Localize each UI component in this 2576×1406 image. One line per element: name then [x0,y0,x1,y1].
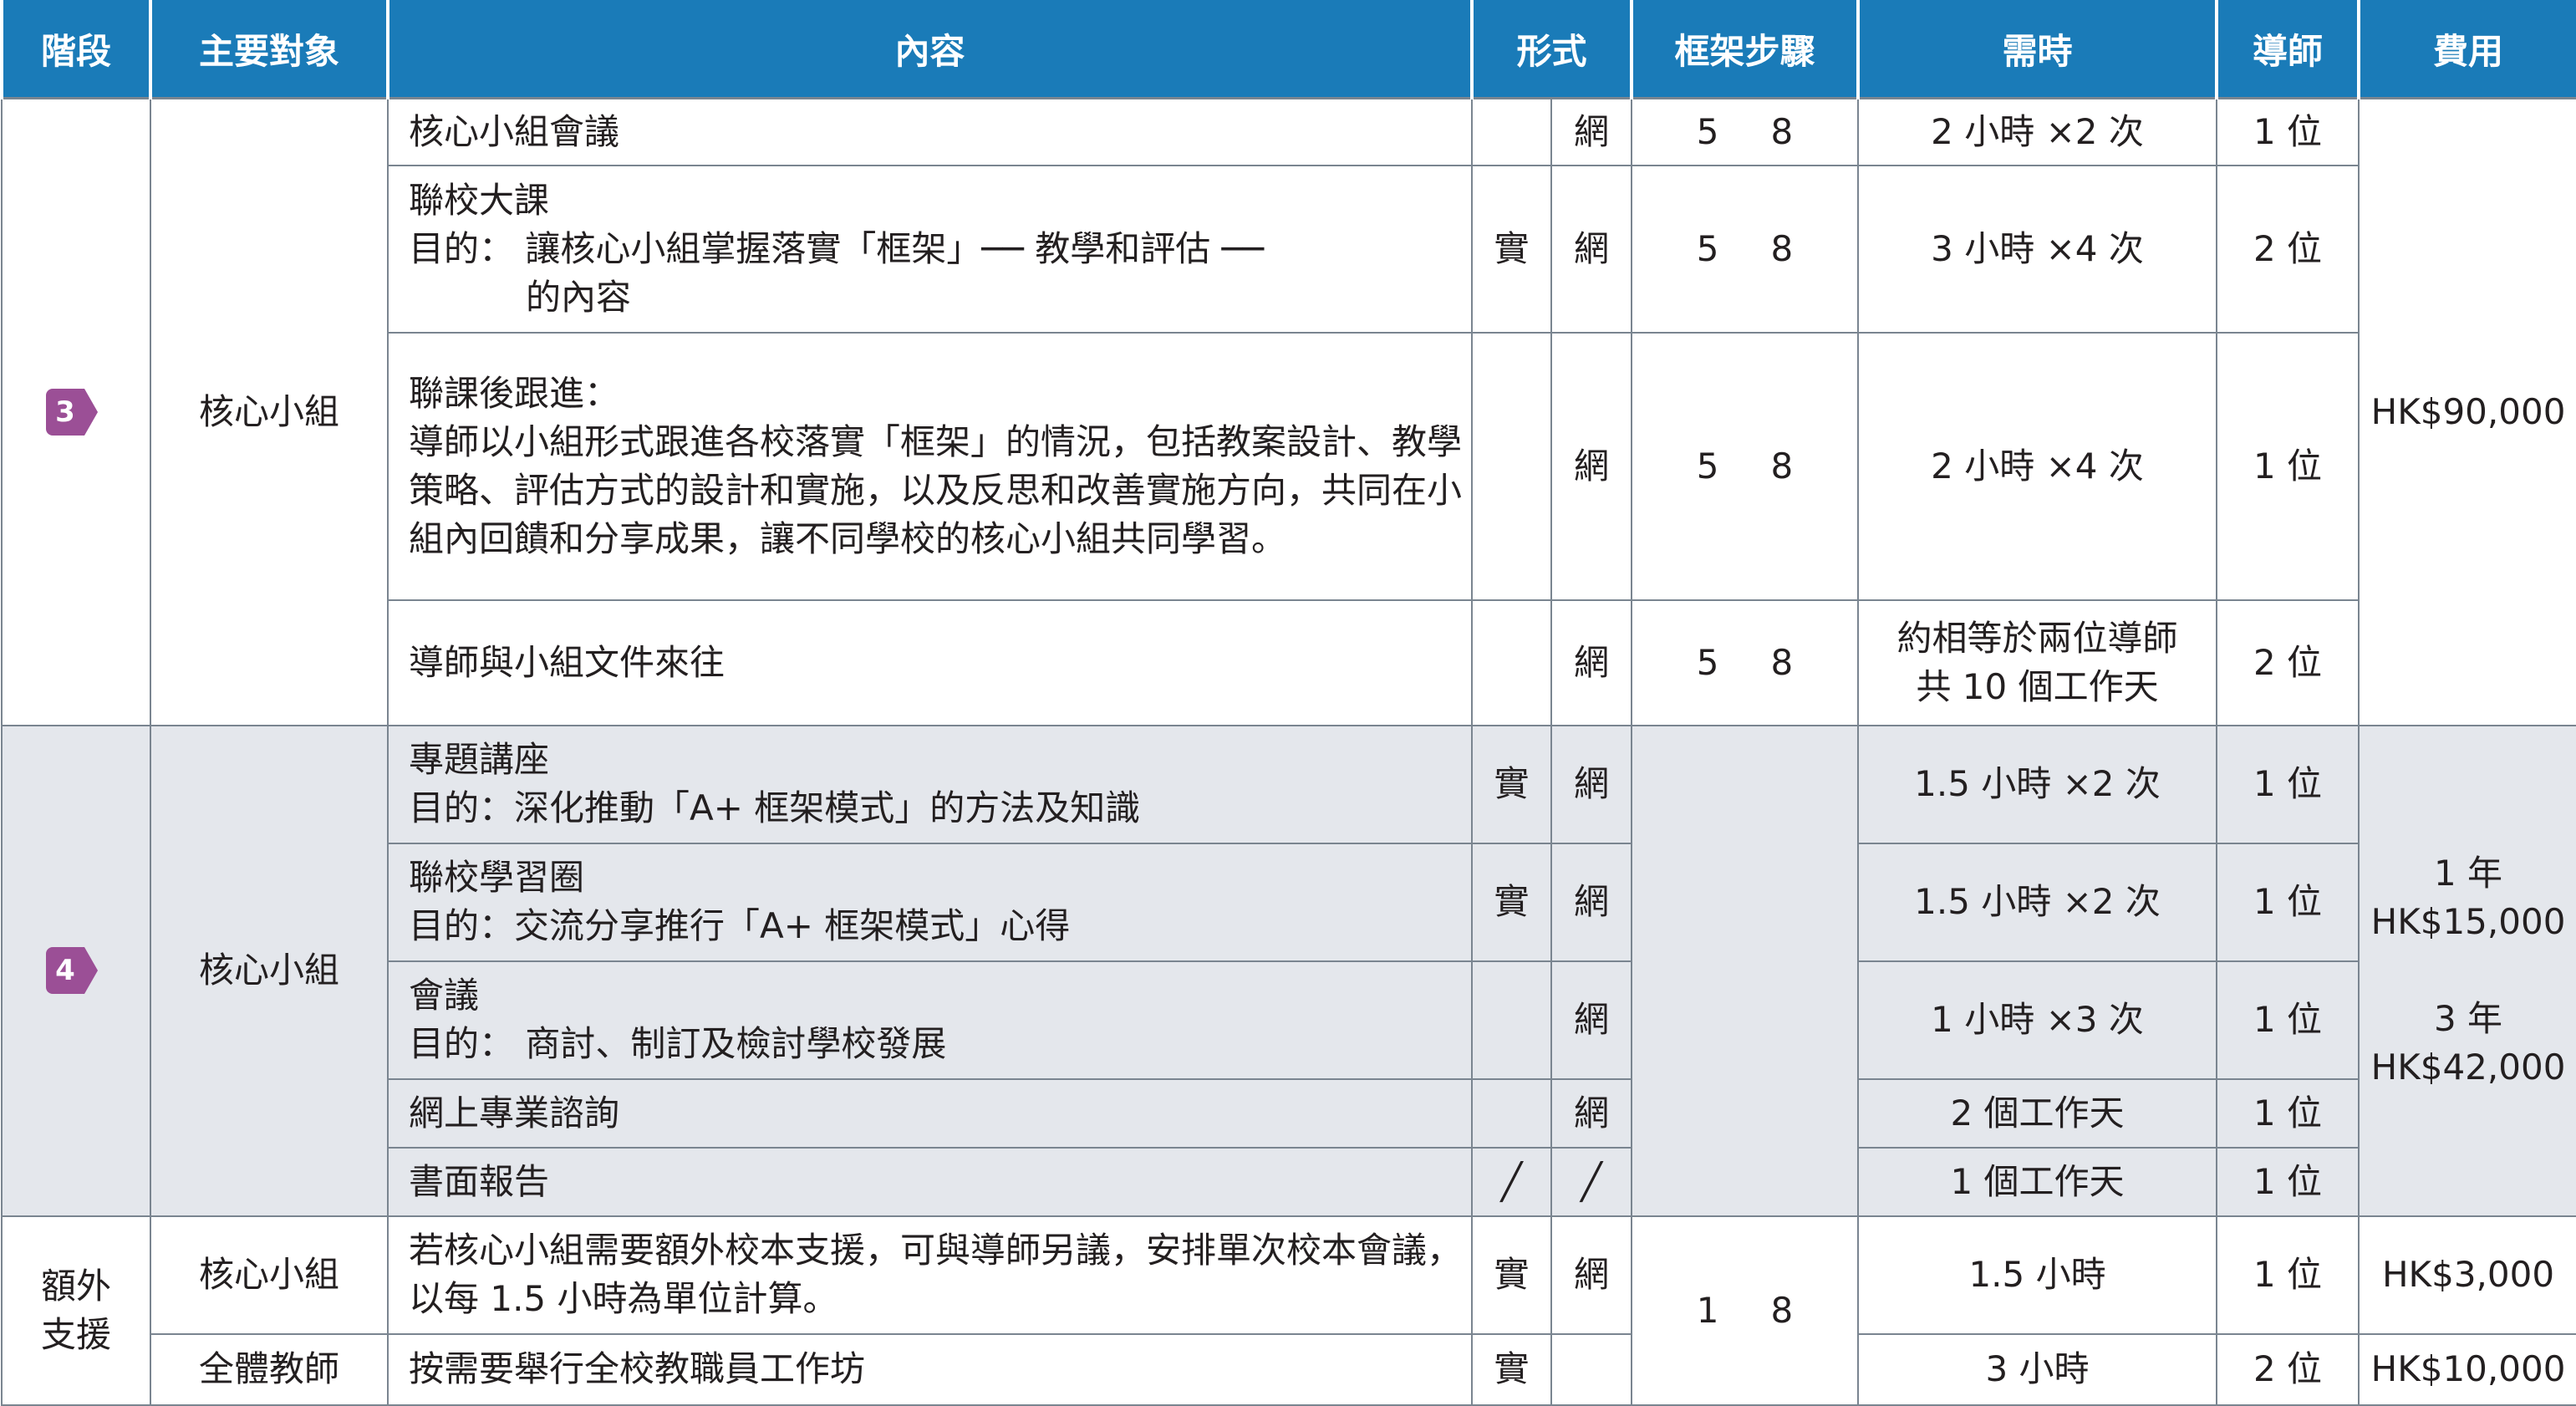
header-tutor: 導師 [2215,0,2361,99]
tutor-cell: 1 位 [2216,724,2360,844]
time-cell: 1.5 小時 [1857,1215,2218,1335]
content-cell: 若核心小組需要額外校本支援，可與導師另議，安排單次校本會議，以每 1.5 小時為… [387,1215,1473,1335]
format-onsite-na: ╱ [1471,1146,1552,1217]
content-cell: 書面報告 [387,1146,1473,1217]
content-cell: 核心小組會議 [387,97,1473,166]
format-onsite [1471,97,1552,166]
content-cell: 網上專業諮詢 [387,1077,1473,1149]
stage-3-fee: HK$90,000 [2358,97,2576,726]
time-cell: 1 個工作天 [1857,1146,2218,1217]
format-online: 網 [1550,1077,1633,1149]
content-cell: 專題講座 目的：深化推動「A+ 框架模式」的方法及知識 [387,724,1473,844]
format-online: 網 [1550,331,1633,601]
tutor-cell: 1 位 [2216,331,2360,601]
format-onsite [1471,960,1552,1080]
table-row: 聯課後跟進： 導師以小組形式跟進各校落實「框架」的情況，包括教案設計、教學策略、… [2,331,2576,601]
framework-steps: 58 [1631,164,1860,334]
table-row: 全體教師 按需要舉行全校教職員工作坊 實 3 小時 2 位 HK$10,000 [2,1332,2576,1406]
time-cell: 約相等於兩位導師 共 10 個工作天 [1857,599,2218,726]
stage-4-fee: 1 年 HK$15,000 3 年 HK$42,000 [2358,724,2576,1217]
stage-badge-3: 3 [46,388,98,436]
time-cell: 1.5 小時 ×2 次 [1857,842,2218,962]
extra-target: 核心小組 [150,1215,389,1335]
time-cell: 1 小時 ×3 次 [1857,960,2218,1080]
format-onsite: 實 [1471,164,1552,334]
format-online [1550,1332,1633,1406]
format-online: 網 [1550,1215,1633,1335]
time-cell: 2 小時 ×4 次 [1857,331,2218,601]
table-row: 額外 支援 核心小組 若核心小組需要額外校本支援，可與導師另議，安排單次校本會議… [1,1215,2576,1406]
table-row: 書面報告 ╱ ╱ 1 個工作天 1 位 [2,1146,2576,1217]
format-online: 網 [1550,599,1633,726]
stage-3-target: 核心小組 [150,97,389,726]
header-time: 需時 [1856,0,2219,99]
table-row: 聯校大課 目的： 讓核心小組掌握落實「框架」── 教學和評估 ── 的內容 實 … [2,164,2576,334]
tutor-cell: 2 位 [2216,599,2360,726]
tutor-cell: 2 位 [2216,164,2360,334]
framework-steps: 58 [1631,331,1860,601]
fee-cell: HK$10,000 [2358,1332,2576,1406]
stage-4-target: 核心小組 [150,724,389,1217]
format-onsite: 實 [1471,842,1552,962]
fee-cell: HK$3,000 [2358,1215,2576,1335]
framework-steps-empty [1631,724,1860,1217]
table-row: 導師與小組文件來往 網 58 約相等於兩位導師 共 10 個工作天 2 位 [2,599,2576,726]
format-online: 網 [1550,97,1633,166]
framework-steps: 18 [1631,1215,1860,1406]
tutor-cell: 2 位 [2216,1332,2360,1406]
content-cell: 按需要舉行全校教職員工作坊 [387,1332,1473,1406]
format-onsite: 實 [1471,1332,1552,1406]
tutor-cell: 1 位 [2216,842,2360,962]
fee-1y: HK$15,000 [2370,901,2566,942]
time-cell: 3 小時 ×4 次 [1857,164,2218,334]
header-content: 內容 [386,0,1474,99]
table-row: 會議 目的： 商討、制訂及檢討學校發展 網 1 小時 ×3 次 1 位 [2,960,2576,1080]
table-row: 4 核心小組 專題講座 目的：深化推動「A+ 框架模式」的方法及知識 實 網 1… [1,724,2576,1217]
format-online: 網 [1550,842,1633,962]
tutor-cell: 1 位 [2216,1077,2360,1149]
content-cell: 聯課後跟進： 導師以小組形式跟進各校落實「框架」的情況，包括教案設計、教學策略、… [387,331,1473,601]
content-cell: 聯校大課 目的： 讓核心小組掌握落實「框架」── 教學和評估 ── 的內容 [387,164,1473,334]
table-row: 聯校學習圈 目的：交流分享推行「A+ 框架模式」心得 實 網 1.5 小時 ×2… [2,842,2576,962]
tutor-cell: 1 位 [2216,960,2360,1080]
format-online: 網 [1550,164,1633,334]
format-onsite: 實 [1471,724,1552,844]
header-format: 形式 [1469,0,1634,99]
header-fee: 費用 [2357,0,2576,99]
tutor-cell: 1 位 [2216,1146,2360,1217]
content-cell: 聯校學習圈 目的：交流分享推行「A+ 框架模式」心得 [387,842,1473,962]
format-onsite [1471,331,1552,601]
tutor-cell: 1 位 [2216,1215,2360,1335]
fee-3y-label: 3 年 [2433,998,2503,1039]
time-cell: 3 小時 [1857,1332,2218,1406]
format-onsite [1471,599,1552,726]
header-framework: 框架步驟 [1630,0,1861,99]
stage-badge-4: 4 [46,947,98,994]
time-cell: 2 小時 ×2 次 [1857,97,2218,166]
format-onsite [1471,1077,1552,1149]
content-cell: 會議 目的： 商討、制訂及檢討學校發展 [387,960,1473,1080]
header-stage: 階段 [0,0,152,99]
tutor-cell: 1 位 [2216,97,2360,166]
format-online-na: ╱ [1550,1146,1633,1217]
framework-steps: 58 [1631,599,1860,726]
format-online: 網 [1550,724,1633,844]
fee-3y: HK$42,000 [2370,1047,2566,1088]
table-row: 網上專業諮詢 網 2 個工作天 1 位 [2,1077,2576,1149]
service-table: 階段 主要對象 內容 形式 框架步驟 需時 導師 費用 3 核心小組 核心小組會… [0,0,2576,1406]
time-cell: 2 個工作天 [1857,1077,2218,1149]
table-row: 3 核心小組 核心小組會議 網 58 2 小時 ×2 次 1 位 HK$90,0… [1,97,2576,726]
extra-stage-cell: 額外 支援 [1,1215,151,1406]
header-target: 主要對象 [149,0,389,99]
fee-1y-label: 1 年 [2433,853,2503,894]
extra-target: 全體教師 [150,1332,389,1406]
content-cell: 導師與小組文件來往 [387,599,1473,726]
stage-3-cell: 3 [1,97,151,726]
format-online: 網 [1550,960,1633,1080]
format-onsite: 實 [1471,1215,1552,1335]
time-cell: 1.5 小時 ×2 次 [1857,724,2218,844]
stage-4-cell: 4 [1,724,151,1217]
framework-steps: 58 [1631,97,1860,166]
table-header-row: 階段 主要對象 內容 形式 框架步驟 需時 導師 費用 [0,0,2576,99]
